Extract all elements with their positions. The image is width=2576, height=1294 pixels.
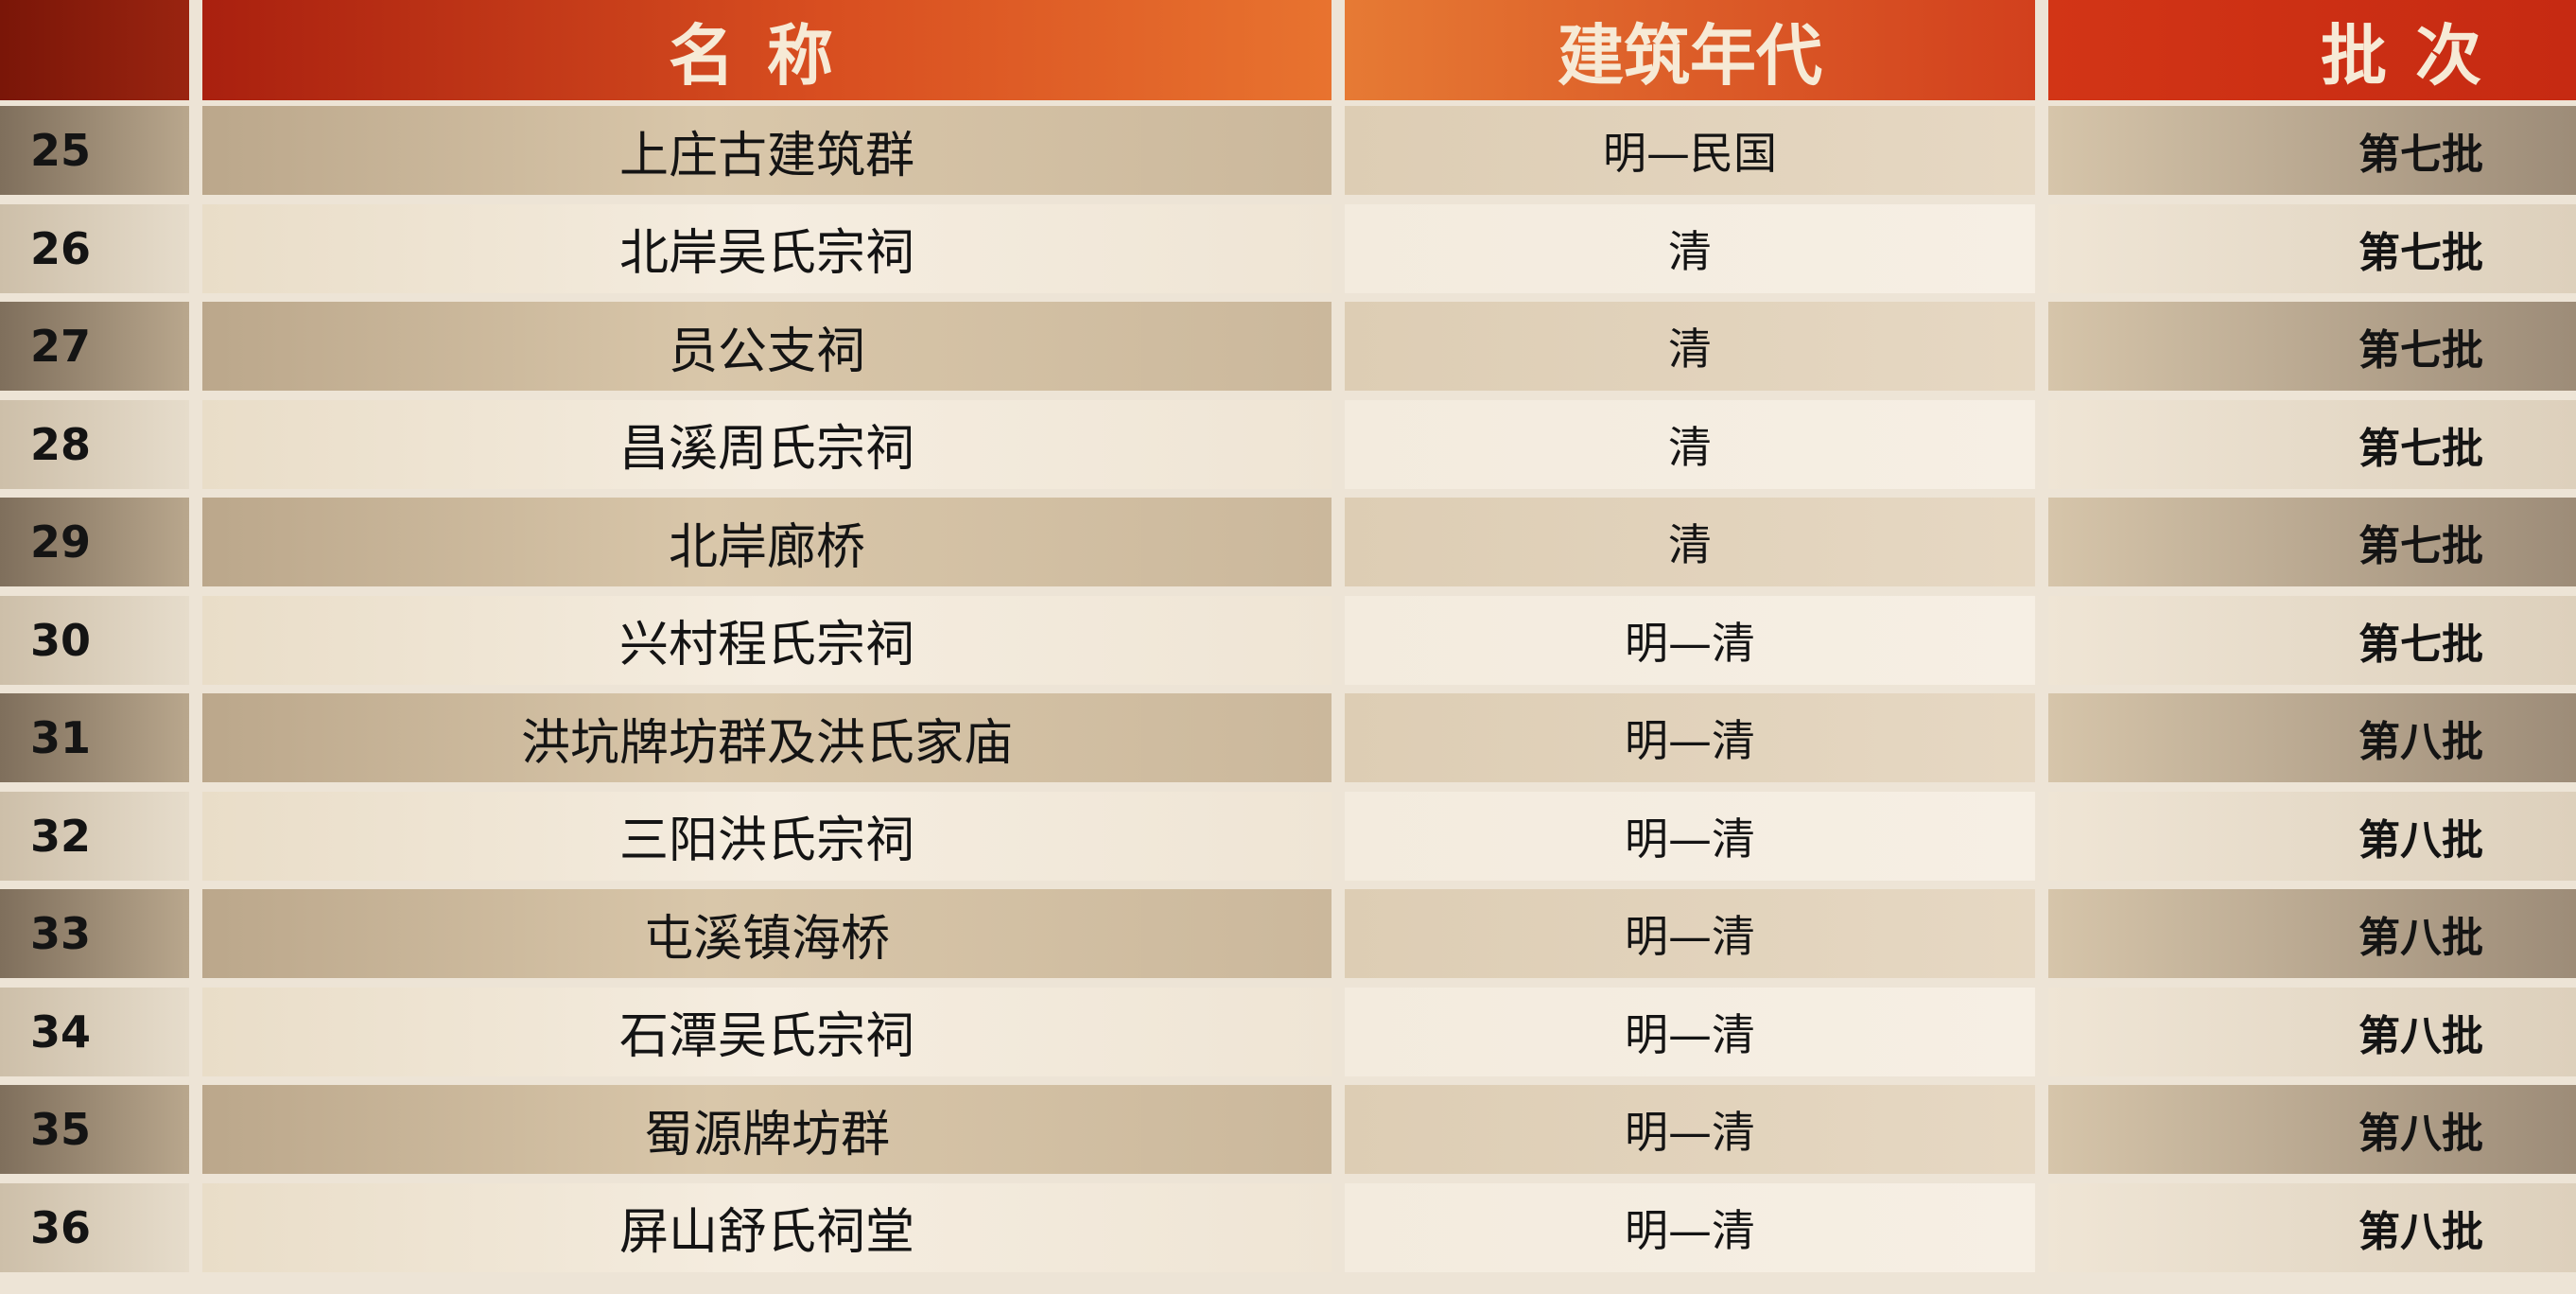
row-name: 昌溪周氏宗祠 <box>202 399 1332 489</box>
row-name: 蜀源牌坊群 <box>202 1085 1332 1174</box>
table-row: 28 昌溪周氏宗祠 清 第七批 <box>0 394 2576 493</box>
row-era: 明—清 <box>1345 791 2035 881</box>
heritage-list-board: 名称 建筑年代 批次 25 上庄古建筑群 明—民国 第七批 26 北岸吴氏宗祠 … <box>0 0 2576 1294</box>
row-batch: 第七批 <box>2048 106 2576 195</box>
header-name: 名称 <box>202 0 1332 100</box>
row-number: 35 <box>0 1085 189 1174</box>
row-batch: 第七批 <box>2048 498 2576 586</box>
row-number: 33 <box>0 889 189 978</box>
header-era: 建筑年代 <box>1345 0 2035 100</box>
row-name: 三阳洪氏宗祠 <box>202 791 1332 881</box>
row-number: 25 <box>0 106 189 195</box>
table-row: 27 员公支祠 清 第七批 <box>0 296 2576 394</box>
row-name: 石潭吴氏宗祠 <box>202 987 1332 1076</box>
row-number: 29 <box>0 498 189 586</box>
row-number: 26 <box>0 203 189 293</box>
row-name: 兴村程氏宗祠 <box>202 595 1332 685</box>
row-batch: 第八批 <box>2048 791 2576 881</box>
row-era: 明—清 <box>1345 693 2035 782</box>
row-number: 30 <box>0 595 189 685</box>
row-era: 明—清 <box>1345 1182 2035 1272</box>
row-era: 明—民国 <box>1345 106 2035 195</box>
row-era: 清 <box>1345 302 2035 391</box>
row-era: 清 <box>1345 399 2035 489</box>
table-row: 33 屯溪镇海桥 明—清 第八批 <box>0 883 2576 982</box>
row-batch: 第七批 <box>2048 203 2576 293</box>
row-era: 清 <box>1345 203 2035 293</box>
table-row: 35 蜀源牌坊群 明—清 第八批 <box>0 1079 2576 1178</box>
row-name: 北岸吴氏宗祠 <box>202 203 1332 293</box>
table-row: 26 北岸吴氏宗祠 清 第七批 <box>0 199 2576 297</box>
row-name: 屏山舒氏祠堂 <box>202 1182 1332 1272</box>
row-number: 34 <box>0 987 189 1076</box>
row-name: 员公支祠 <box>202 302 1332 391</box>
row-batch: 第八批 <box>2048 1085 2576 1174</box>
row-batch: 第八批 <box>2048 987 2576 1076</box>
table-row: 31 洪坑牌坊群及洪氏家庙 明—清 第八批 <box>0 688 2576 786</box>
table-row: 36 屏山舒氏祠堂 明—清 第八批 <box>0 1178 2576 1276</box>
row-era: 明—清 <box>1345 987 2035 1076</box>
row-era: 清 <box>1345 498 2035 586</box>
row-name: 上庄古建筑群 <box>202 106 1332 195</box>
header-batch: 批次 <box>2048 0 2576 100</box>
row-name: 北岸廊桥 <box>202 498 1332 586</box>
row-era: 明—清 <box>1345 595 2035 685</box>
row-number: 27 <box>0 302 189 391</box>
table-row: 30 兴村程氏宗祠 明—清 第七批 <box>0 590 2576 689</box>
row-era: 明—清 <box>1345 1085 2035 1174</box>
row-batch: 第八批 <box>2048 1182 2576 1272</box>
row-number: 31 <box>0 693 189 782</box>
table-row: 25 上庄古建筑群 明—民国 第七批 <box>0 100 2576 199</box>
header-number-cell <box>0 0 189 100</box>
row-batch: 第七批 <box>2048 302 2576 391</box>
row-batch: 第八批 <box>2048 693 2576 782</box>
row-batch: 第八批 <box>2048 889 2576 978</box>
table-row: 29 北岸廊桥 清 第七批 <box>0 492 2576 590</box>
table-row: 32 三阳洪氏宗祠 明—清 第八批 <box>0 786 2576 884</box>
row-name: 屯溪镇海桥 <box>202 889 1332 978</box>
row-number: 36 <box>0 1182 189 1272</box>
row-number: 28 <box>0 399 189 489</box>
table-body: 25 上庄古建筑群 明—民国 第七批 26 北岸吴氏宗祠 清 第七批 27 员公… <box>0 100 2576 1275</box>
row-number: 32 <box>0 791 189 881</box>
row-era: 明—清 <box>1345 889 2035 978</box>
row-name: 洪坑牌坊群及洪氏家庙 <box>202 693 1332 782</box>
table-row: 34 石潭吴氏宗祠 明—清 第八批 <box>0 982 2576 1080</box>
row-batch: 第七批 <box>2048 399 2576 489</box>
row-batch: 第七批 <box>2048 595 2576 685</box>
